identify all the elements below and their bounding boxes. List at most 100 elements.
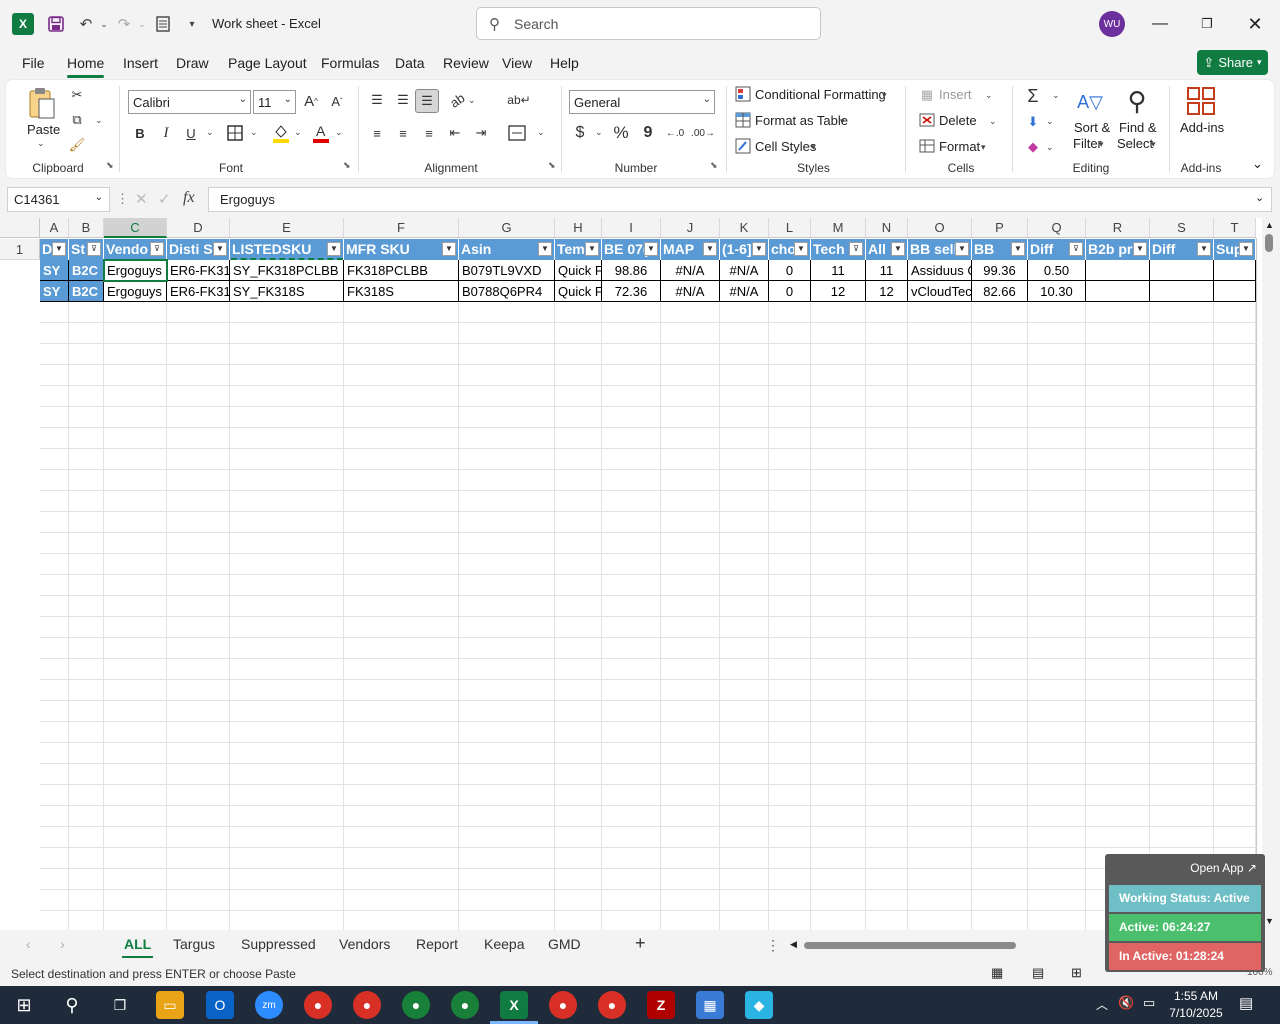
delete-cells-dropdown-icon[interactable]: ⌄ xyxy=(989,116,997,127)
paste-dropdown-icon[interactable]: ⌄ xyxy=(37,138,45,149)
align-bottom-icon[interactable]: ☰ xyxy=(415,89,439,113)
minimize-icon[interactable]: — xyxy=(1145,10,1175,38)
copy-icon[interactable]: ⧉ xyxy=(67,110,87,130)
alignment-launcher-icon[interactable]: ⬊ xyxy=(548,160,556,171)
confirm-entry-icon[interactable]: ✓ xyxy=(158,190,171,208)
filter-dropdown-icon[interactable]: ▼ xyxy=(442,242,456,256)
column-header-t[interactable]: T xyxy=(1214,218,1256,238)
table-cell[interactable]: B0788Q6PR4 xyxy=(459,281,555,302)
fill-color-dropdown-icon[interactable]: ⌄ xyxy=(294,127,302,138)
menu-insert[interactable]: Insert xyxy=(123,55,158,71)
column-header-h[interactable]: H xyxy=(555,218,602,238)
autosum-icon[interactable]: Σ xyxy=(1023,86,1043,106)
filter-dropdown-icon[interactable]: ▼ xyxy=(752,242,766,256)
column-header-k[interactable]: K xyxy=(720,218,769,238)
open-app-button[interactable]: Open App ↗ xyxy=(1190,861,1257,875)
paste-label[interactable]: Paste xyxy=(27,122,60,137)
column-header-j[interactable]: J xyxy=(661,218,720,238)
table-cell[interactable]: FK318PCLBB xyxy=(344,260,459,281)
page-layout-view-icon[interactable]: ▤ xyxy=(1032,965,1044,981)
excel-taskbar-icon[interactable]: X xyxy=(500,991,528,1019)
format-cells-icon[interactable] xyxy=(918,137,936,155)
table-cell[interactable]: 0 xyxy=(769,281,811,302)
table-cell[interactable]: B079TL9VXD xyxy=(459,260,555,281)
chrome-icon-6[interactable]: ● xyxy=(598,991,626,1019)
sheet-tab-suppressed[interactable]: Suppressed xyxy=(241,936,316,952)
table-cell[interactable] xyxy=(1214,260,1256,281)
column-header-m[interactable]: M xyxy=(811,218,866,238)
filter-dropdown-icon[interactable]: ⊽ xyxy=(849,242,863,256)
sort-filter-label[interactable]: Sort & xyxy=(1074,120,1110,135)
menu-draw[interactable]: Draw xyxy=(176,55,209,71)
table-cell[interactable]: 0 xyxy=(769,260,811,281)
menu-home[interactable]: Home xyxy=(67,55,105,78)
menu-file[interactable]: File xyxy=(22,55,45,71)
menu-formulas[interactable]: Formulas xyxy=(321,55,379,71)
clear-icon[interactable]: ◆ xyxy=(1023,137,1043,157)
menu-data[interactable]: Data xyxy=(395,55,425,71)
table-cell[interactable] xyxy=(1214,281,1256,302)
column-header-e[interactable]: E xyxy=(230,218,344,238)
cut-icon[interactable]: ✂ xyxy=(67,85,87,105)
column-header-l[interactable]: L xyxy=(769,218,811,238)
zoom-app-icon[interactable]: zm xyxy=(255,991,283,1019)
number-launcher-icon[interactable]: ⬊ xyxy=(710,160,718,171)
clock[interactable]: 1:55 AM 7/10/2025 xyxy=(1166,988,1226,1022)
autosum-dropdown-icon[interactable]: ⌄ xyxy=(1052,90,1060,101)
find-select-icon[interactable]: ⚲ xyxy=(1120,84,1154,118)
restore-icon[interactable]: ❐ xyxy=(1192,10,1222,38)
merge-dropdown-icon[interactable]: ⌄ xyxy=(537,127,545,138)
app-icon[interactable]: ◆ xyxy=(745,991,773,1019)
table-cell[interactable]: 82.66 xyxy=(972,281,1028,302)
column-header-o[interactable]: O xyxy=(908,218,972,238)
find-select-label-2[interactable]: Select xyxy=(1117,136,1153,151)
font-name-combo[interactable]: Calibri ⌄ xyxy=(128,90,251,114)
filter-dropdown-icon[interactable]: ▼ xyxy=(644,242,658,256)
table-cell[interactable]: 98.86 xyxy=(602,260,661,281)
paste-icon[interactable] xyxy=(26,86,58,120)
filter-dropdown-icon[interactable]: ⊽ xyxy=(87,242,101,256)
conditional-formatting-dropdown-icon[interactable]: ▾ xyxy=(882,90,887,101)
font-color-dropdown-icon[interactable]: ⌄ xyxy=(335,127,343,138)
format-as-table-dropdown-icon[interactable]: ▾ xyxy=(840,116,845,127)
clear-dropdown-icon[interactable]: ⌄ xyxy=(1046,142,1054,153)
normal-view-icon[interactable]: ▦ xyxy=(991,965,1003,981)
filter-dropdown-icon[interactable]: ▼ xyxy=(1011,242,1025,256)
sort-filter-icon[interactable]: A▽ xyxy=(1074,86,1106,118)
close-icon[interactable]: ✕ xyxy=(1240,10,1270,38)
table-cell[interactable]: 0.50 xyxy=(1028,260,1086,281)
format-painter-icon[interactable]: 🖌 xyxy=(67,135,87,155)
formula-bar-options-icon[interactable]: ⋮ xyxy=(116,191,129,207)
find-select-label[interactable]: Find & xyxy=(1119,120,1157,135)
table-cell[interactable]: Quick F xyxy=(555,260,602,281)
filter-dropdown-icon[interactable]: ▼ xyxy=(1133,242,1147,256)
filter-dropdown-icon[interactable]: ▼ xyxy=(52,242,66,256)
table-cell[interactable]: Ergoguys xyxy=(104,281,167,302)
cell-styles-label[interactable]: Cell Styles xyxy=(755,139,816,154)
cell-styles-dropdown-icon[interactable]: ▾ xyxy=(811,142,816,153)
volume-icon[interactable]: 🔇 xyxy=(1118,995,1134,1011)
customize-toolbar-icon[interactable]: ▾ xyxy=(180,12,204,36)
decrease-font-icon[interactable]: Aˇ xyxy=(326,90,348,112)
prev-sheet-icon[interactable]: ‹ xyxy=(26,936,31,952)
notifications-icon[interactable]: ▤ xyxy=(1239,994,1253,1012)
filter-dropdown-icon[interactable]: ▼ xyxy=(703,242,717,256)
fill-icon[interactable]: ⬇ xyxy=(1023,112,1043,132)
column-header-p[interactable]: P xyxy=(972,218,1028,238)
task-view-icon[interactable]: ❐ xyxy=(106,991,134,1019)
table-cell[interactable] xyxy=(1150,260,1214,281)
table-cell[interactable]: Assiduus C xyxy=(908,260,972,281)
table-cell[interactable] xyxy=(1086,260,1150,281)
sort-filter-dropdown-icon[interactable]: ▾ xyxy=(1099,139,1104,150)
chrome-icon-1[interactable]: ● xyxy=(304,991,332,1019)
sheet-tab-report[interactable]: Report xyxy=(416,936,458,952)
vertical-scrollbar[interactable]: ▲ ▼ xyxy=(1262,218,1280,930)
table-cell[interactable]: ER6-FK318 xyxy=(167,260,230,281)
increase-decimal-icon[interactable]: ←.0 xyxy=(664,122,686,144)
filter-dropdown-icon[interactable]: ▼ xyxy=(213,242,227,256)
format-cells-dropdown-icon[interactable]: ▾ xyxy=(981,142,986,153)
sheet-tab-vendors[interactable]: Vendors xyxy=(339,936,390,952)
horizontal-scroll-thumb[interactable] xyxy=(804,942,1016,949)
page-break-view-icon[interactable]: ⊞ xyxy=(1071,965,1082,981)
sheet-tab-targus[interactable]: Targus xyxy=(173,936,215,952)
